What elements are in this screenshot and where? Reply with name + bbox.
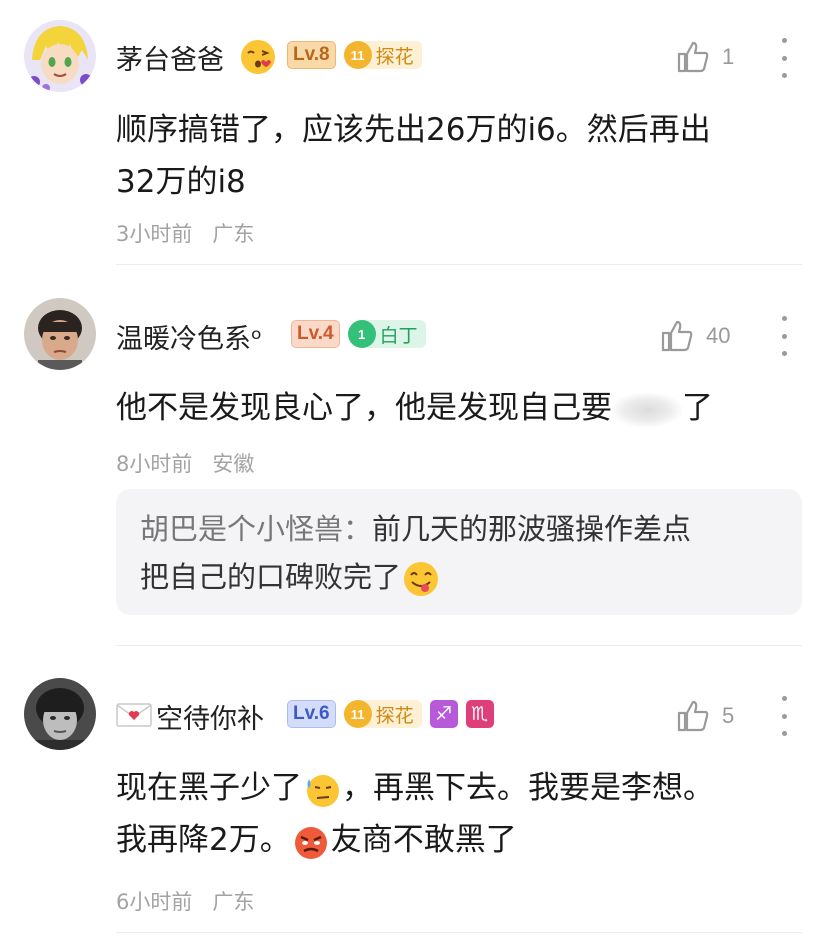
comment-meta: 6小时前 广东: [116, 886, 254, 916]
comment-meta: 8小时前 安徽: [116, 448, 254, 478]
username[interactable]: 空待你补: [156, 697, 264, 736]
more-options-icon[interactable]: [772, 316, 796, 356]
sagittarius-icon: ♐: [429, 700, 458, 728]
comment-time: 8小时前: [116, 452, 193, 476]
like-count: 40: [706, 323, 731, 348]
username[interactable]: 茅台爸爸: [116, 38, 224, 77]
avatar[interactable]: [24, 678, 96, 750]
thumbs-up-icon: [677, 700, 709, 732]
divider: [116, 932, 802, 933]
like-button[interactable]: 5: [676, 699, 734, 733]
avatar[interactable]: [24, 20, 96, 92]
comment-meta: 3小时前 广东: [116, 218, 254, 248]
kiss-emoji-icon: [239, 38, 277, 76]
scorpio-icon: ♏: [465, 700, 494, 728]
fan-badge: 11 探花: [343, 41, 422, 69]
fan-label: 白丁: [379, 324, 418, 347]
sweat-emoji-icon: [303, 771, 341, 809]
comment-location: 广东: [212, 890, 255, 914]
comment-text: 现在黑子少了 ，再黑下去。我要是李想。 我再降2万。 友商不敢黑了: [116, 762, 796, 866]
fan-level-icon: 11: [343, 700, 372, 728]
reply-box[interactable]: 胡巴是个小怪兽：前几天的那波骚操作差点 把自己的口碑败完了: [116, 489, 802, 615]
comment-time: 3小时前: [116, 222, 193, 246]
thumbs-up-icon: [661, 320, 693, 352]
fan-badge: 1 白丁: [347, 320, 426, 348]
divider: [116, 645, 802, 646]
level-badge: Lv.4: [291, 320, 340, 348]
like-button[interactable]: 40: [660, 319, 730, 353]
comment-time: 6小时前: [116, 890, 193, 914]
username[interactable]: 温暖冷色系ᵒ: [116, 317, 262, 356]
thumbs-up-icon: [677, 41, 709, 73]
comment-location: 安徽: [212, 452, 255, 476]
more-options-icon[interactable]: [772, 38, 796, 78]
yum-emoji-icon: [402, 560, 440, 598]
more-options-icon[interactable]: [772, 696, 796, 736]
level-badge: Lv.8: [287, 41, 336, 69]
like-button[interactable]: 1: [676, 40, 734, 74]
fan-level-icon: 11: [343, 41, 372, 69]
divider: [116, 264, 802, 265]
comment-text: 他不是发现良心了，他是发现自己要了: [116, 390, 713, 427]
fan-level-icon: 1: [347, 320, 376, 348]
like-count: 5: [722, 703, 735, 728]
fan-label: 探花: [375, 704, 414, 727]
comment-text: 顺序搞错了，应该先出26万的i6。然后再出 32万的i8: [116, 112, 711, 200]
reply-author[interactable]: 胡巴是个小怪兽：: [140, 512, 372, 546]
level-badge: Lv.6: [287, 700, 336, 728]
fan-label: 探花: [375, 45, 414, 68]
blurred-text: [612, 392, 682, 427]
reply-text: 胡巴是个小怪兽：前几天的那波骚操作差点 把自己的口碑败完了: [140, 505, 780, 601]
comment-location: 广东: [212, 222, 255, 246]
angry-emoji-icon: [292, 823, 330, 861]
like-count: 1: [722, 44, 735, 69]
avatar[interactable]: [24, 298, 96, 370]
envelope-heart-icon: [116, 702, 152, 732]
fan-badge: 11 探花: [343, 700, 422, 728]
